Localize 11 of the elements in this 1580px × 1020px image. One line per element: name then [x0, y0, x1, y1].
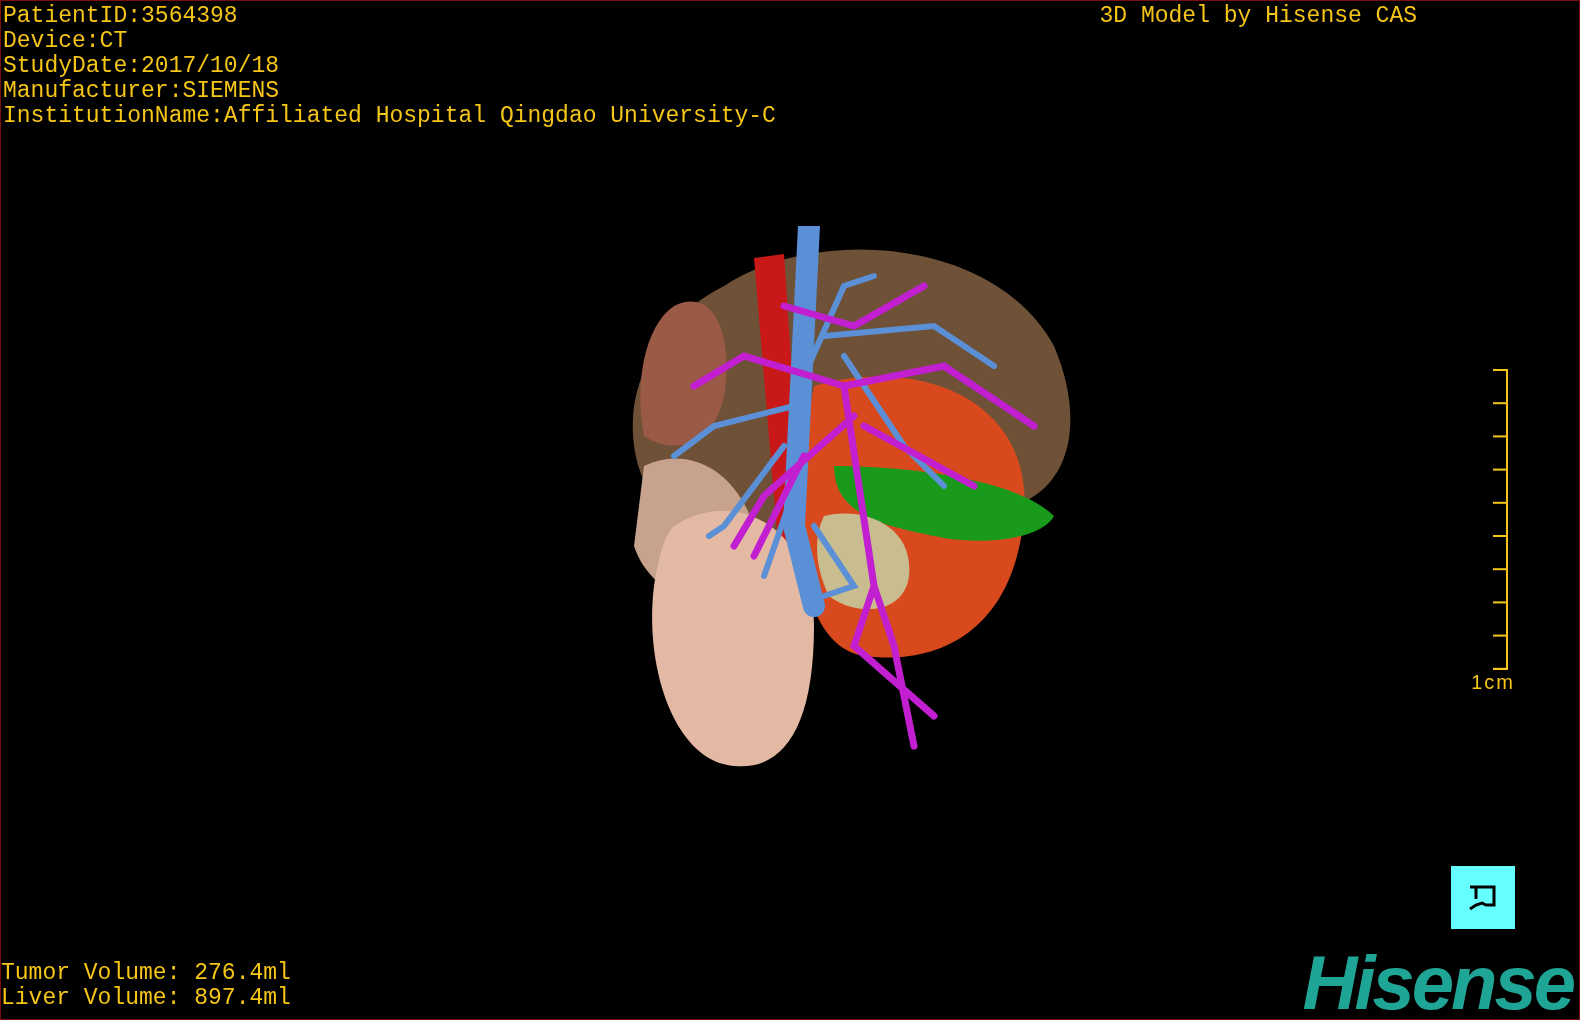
- study-info-line: Device:CT: [3, 29, 129, 54]
- brand-logo: Hisense: [1302, 947, 1575, 1019]
- tool-button[interactable]: [1451, 866, 1515, 929]
- study-info-line: InstitutionName:Affiliated Hospital Qingdao University-C: [3, 104, 776, 129]
- model-caption: 3D Model by Hisense CAS: [1099, 4, 1417, 31]
- study-info-line: StudyDate:2017/10/18: [3, 54, 281, 79]
- study-info-line: PatientID:3564398: [3, 4, 239, 29]
- scale-label: 1cm: [1471, 670, 1515, 694]
- study-info-line: Manufacturer:SIEMENS: [3, 79, 281, 104]
- volume-reading: Tumor Volume: 276.4ml: [1, 961, 291, 986]
- volume-reading: Liver Volume: 897.4ml: [1, 986, 291, 1011]
